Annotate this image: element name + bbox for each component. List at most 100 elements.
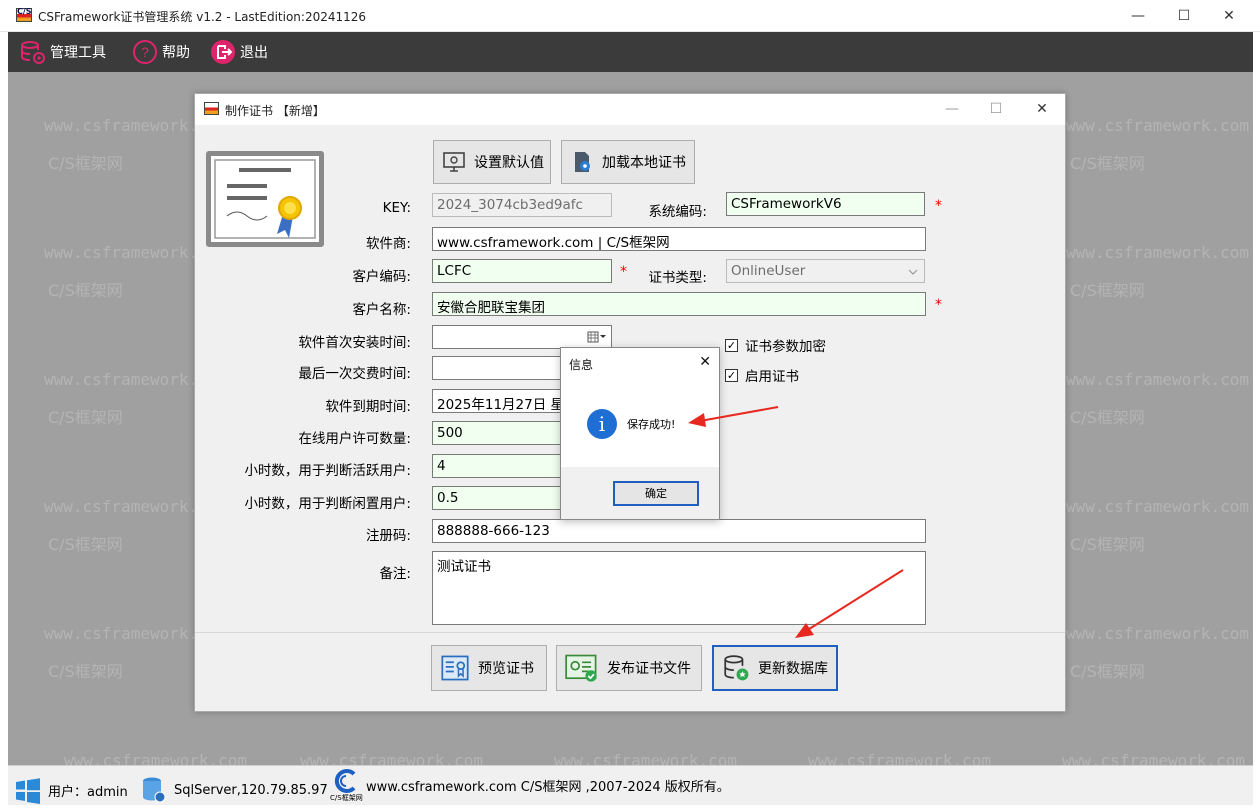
set-default-label: 设置默认值 bbox=[474, 155, 544, 171]
customer-code-input[interactable]: LCFC bbox=[432, 259, 612, 283]
status-logo: C/S框架网 bbox=[330, 768, 363, 802]
database-update-icon bbox=[724, 655, 749, 681]
vendor-label: 软件商: bbox=[365, 236, 411, 252]
publish-cert-label: 发布证书文件 bbox=[607, 661, 691, 677]
status-user-text: 用户：admin bbox=[48, 784, 128, 800]
certificate-preview-icon bbox=[441, 655, 469, 681]
customer-name-input[interactable]: 安徽合肥联宝集团 bbox=[432, 292, 926, 316]
publish-cert-button[interactable]: 发布证书文件 bbox=[556, 645, 702, 691]
main-toolbar: 管理工具 ? 帮助 退出 bbox=[8, 32, 1253, 72]
database-gear-icon bbox=[21, 41, 45, 64]
database-server-icon bbox=[143, 777, 166, 803]
status-user: 用户：admin bbox=[14, 776, 128, 804]
chevron-down-icon bbox=[908, 269, 918, 275]
csframework-logo-icon bbox=[335, 769, 356, 793]
watermark-name: C/S框架网 bbox=[1070, 281, 1145, 300]
toolbar-tools-label: 管理工具 bbox=[50, 45, 106, 61]
vendor-input[interactable]: www.csframework.com | C/S框架网 bbox=[432, 227, 926, 251]
message-box-title: 信息 bbox=[569, 358, 594, 372]
enable-checkbox[interactable]: ✓ 启用证书 bbox=[725, 365, 799, 385]
first-install-label: 软件首次安装时间: bbox=[298, 335, 411, 351]
window-title: CSFramework证书管理系统 v1.2 - LastEdition:202… bbox=[38, 10, 367, 24]
toolbar-exit-label: 退出 bbox=[240, 45, 268, 61]
watermark-url: www.csframework.com bbox=[1066, 624, 1250, 643]
encrypt-checkbox-label: 证书参数加密 bbox=[745, 339, 826, 355]
preview-cert-button[interactable]: 预览证书 bbox=[431, 645, 547, 691]
document-gear-icon bbox=[575, 152, 590, 172]
status-logo-caption: C/S框架网 bbox=[330, 794, 363, 802]
watermark-url: www.csframework.com bbox=[808, 751, 992, 765]
online-users-label: 在线用户许可数量: bbox=[298, 431, 411, 447]
update-database-label: 更新数据库 bbox=[758, 661, 828, 677]
watermark-url: www.csframework.com bbox=[64, 751, 248, 765]
title-bar: C/S CSFramework证书管理系统 v1.2 - LastEdition… bbox=[0, 0, 1260, 32]
dialog-title: 制作证书 【新增】 bbox=[225, 104, 325, 118]
enable-checkbox-label: 启用证书 bbox=[745, 369, 799, 385]
watermark-name: C/S框架网 bbox=[1070, 535, 1145, 554]
close-button[interactable]: ✕ bbox=[1211, 4, 1247, 28]
monitor-settings-icon bbox=[443, 152, 465, 172]
active-hours-label: 小时数，用于判断活跃用户: bbox=[244, 463, 411, 479]
toolbar-help-button[interactable]: ? 帮助 bbox=[132, 38, 190, 66]
watermark-url: www.csframework.com bbox=[1066, 243, 1250, 262]
maximize-button[interactable]: ☐ bbox=[1166, 4, 1202, 28]
calendar-dropdown-icon bbox=[587, 331, 606, 343]
reg-code-input[interactable]: 888888-666-123 bbox=[432, 519, 926, 543]
watermark-url: www.csframework.com bbox=[300, 751, 484, 765]
toolbar-help-label: 帮助 bbox=[162, 45, 190, 61]
load-local-cert-label: 加载本地证书 bbox=[602, 155, 686, 171]
watermark-name: C/S框架网 bbox=[48, 154, 123, 173]
dialog-logo-icon bbox=[204, 102, 219, 115]
watermark-url: www.csframework.com bbox=[1066, 370, 1250, 389]
watermark-name: C/S框架网 bbox=[1070, 662, 1145, 681]
toolbar-tools-button[interactable]: 管理工具 bbox=[20, 38, 106, 66]
encrypt-checkbox[interactable]: ✓ 证书参数加密 bbox=[725, 335, 826, 355]
cert-type-select[interactable]: OnlineUser bbox=[726, 259, 925, 283]
customer-code-label: 客户编码: bbox=[352, 269, 411, 285]
watermark-name: C/S框架网 bbox=[1070, 154, 1145, 173]
info-icon: i bbox=[587, 409, 617, 439]
watermark-url: www.csframework.com bbox=[1066, 116, 1250, 135]
preview-cert-label: 预览证书 bbox=[478, 661, 534, 677]
dialog-maximize-button[interactable]: ☐ bbox=[981, 98, 1011, 120]
first-install-datepicker[interactable] bbox=[432, 325, 612, 349]
dialog-footer-divider bbox=[195, 632, 1065, 633]
system-code-label: 系统编码: bbox=[648, 204, 707, 220]
update-database-button[interactable]: 更新数据库 bbox=[712, 645, 838, 691]
reg-code-label: 注册码: bbox=[365, 528, 411, 544]
toolbar-exit-button[interactable]: 退出 bbox=[210, 38, 268, 66]
status-server-text: SqlServer,120.79.85.97 bbox=[174, 782, 328, 798]
encrypt-checkbox-box[interactable]: ✓ bbox=[725, 338, 738, 352]
system-code-input[interactable]: CSFrameworkV6 bbox=[726, 192, 925, 216]
required-mark: * bbox=[935, 297, 942, 313]
message-box-footer: 确定 bbox=[561, 467, 719, 519]
exit-icon bbox=[211, 40, 235, 64]
load-local-cert-button[interactable]: 加载本地证书 bbox=[561, 140, 695, 184]
dialog-close-button[interactable]: ✕ bbox=[1027, 98, 1057, 120]
watermark-name: C/S框架网 bbox=[48, 281, 123, 300]
cert-type-label: 证书类型: bbox=[648, 270, 707, 286]
set-default-button[interactable]: 设置默认值 bbox=[433, 140, 551, 184]
watermark-name: C/S框架网 bbox=[48, 535, 123, 554]
message-box: 信息 ✕ i 保存成功! 确定 bbox=[560, 347, 720, 520]
certificate-publish-icon bbox=[565, 654, 597, 682]
customer-name-label: 客户名称: bbox=[352, 302, 411, 318]
idle-hours-label: 小时数，用于判断闲置用户: bbox=[244, 496, 411, 512]
remark-textarea[interactable]: 测试证书 bbox=[432, 551, 926, 625]
svg-text:?: ? bbox=[141, 44, 149, 60]
enable-checkbox-box[interactable]: ✓ bbox=[725, 368, 738, 382]
cert-type-value: OnlineUser bbox=[731, 263, 806, 279]
minimize-button[interactable]: — bbox=[1120, 4, 1156, 28]
dialog-title-bar: 制作证书 【新增】 — ☐ ✕ bbox=[195, 94, 1065, 125]
message-box-close-button[interactable]: ✕ bbox=[699, 354, 711, 370]
dialog-minimize-button[interactable]: — bbox=[937, 98, 967, 120]
watermark-name: C/S框架网 bbox=[48, 662, 123, 681]
status-server: SqlServer,120.79.85.97 bbox=[140, 776, 328, 804]
ok-button[interactable]: 确定 bbox=[613, 481, 699, 506]
windows-logo-icon bbox=[16, 778, 40, 804]
expire-date-label: 软件到期时间: bbox=[325, 399, 411, 415]
status-copyright: www.csframework.com C/S框架网 ,2007-2024 版权… bbox=[366, 780, 730, 795]
watermark-url: www.csframework.com bbox=[554, 751, 738, 765]
key-input[interactable]: 2024_3074cb3ed9afc bbox=[432, 193, 612, 217]
question-icon: ? bbox=[133, 40, 157, 64]
